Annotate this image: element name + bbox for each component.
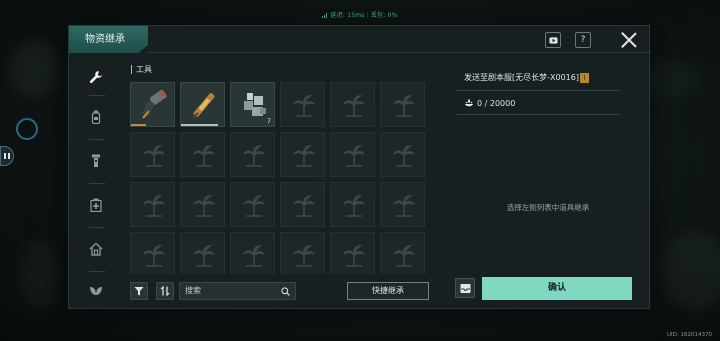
house-icon xyxy=(89,242,103,256)
network-status: 延迟: 15ms | 丢包: 0% xyxy=(0,10,720,19)
inventory-slot-lighter[interactable] xyxy=(180,82,225,127)
wrench-icon xyxy=(89,71,102,83)
send-target: 发送至剧本服[无尽长梦-X0016] i xyxy=(464,72,589,83)
palm-placeholder-icon xyxy=(393,145,415,167)
item-quantity: 7 xyxy=(267,118,271,125)
empty-slot[interactable] xyxy=(280,182,325,227)
empty-slot[interactable] xyxy=(380,232,425,274)
palm-placeholder-icon xyxy=(243,245,265,267)
palm-placeholder-icon xyxy=(193,145,215,167)
palm-placeholder-icon xyxy=(343,245,365,267)
quick-inherit-button[interactable]: 快捷继承 xyxy=(347,282,429,300)
side-skill-ring[interactable] xyxy=(16,118,38,140)
palm-placeholder-icon xyxy=(343,195,365,217)
inventory-slot-metal-parts[interactable]: 7 xyxy=(230,82,275,127)
nav-equipment[interactable] xyxy=(81,146,111,176)
empty-slot[interactable] xyxy=(330,82,375,127)
transfer-pane: 发送至剧本服[无尽长梦-X0016] i 0 / 20000 选择左侧列表中道具继… xyxy=(455,62,641,272)
background-scene xyxy=(660,230,720,310)
bottle-icon xyxy=(91,110,101,124)
empty-slot[interactable] xyxy=(380,132,425,177)
palm-placeholder-icon xyxy=(143,245,165,267)
medkit-icon xyxy=(90,198,102,212)
inherit-panel: 物资继承 ? 工具 7 搜索 快捷继承 发送至剧本服[无尽长梦-X0016] i… xyxy=(68,25,651,309)
confirm-button[interactable]: 确认 xyxy=(482,277,632,300)
leaf-icon xyxy=(90,287,102,295)
search-icon xyxy=(281,287,290,296)
flashlight-icon xyxy=(92,154,100,167)
palm-placeholder-icon xyxy=(243,195,265,217)
inbox-icon xyxy=(460,283,470,293)
empty-slot[interactable] xyxy=(280,82,325,127)
palm-placeholder-icon xyxy=(193,245,215,267)
video-icon xyxy=(548,37,558,44)
background-scene xyxy=(10,40,60,100)
palm-placeholder-icon xyxy=(143,145,165,167)
durability-bar xyxy=(181,124,218,126)
empty-slot[interactable] xyxy=(330,132,375,177)
palm-placeholder-icon xyxy=(393,245,415,267)
inventory-slot-drill[interactable] xyxy=(130,82,175,127)
empty-slot[interactable] xyxy=(330,232,375,274)
palm-placeholder-icon xyxy=(143,195,165,217)
empty-slot[interactable] xyxy=(380,82,425,127)
palm-placeholder-icon xyxy=(393,95,415,117)
uid-text: UID: 162014370 xyxy=(667,332,712,338)
empty-slot[interactable] xyxy=(280,232,325,274)
nav-consumables[interactable] xyxy=(81,102,111,132)
palm-placeholder-icon xyxy=(243,145,265,167)
section-title: 工具 xyxy=(131,65,152,74)
empty-slot[interactable] xyxy=(130,182,175,227)
empty-slot[interactable] xyxy=(230,132,275,177)
palm-placeholder-icon xyxy=(293,195,315,217)
palm-placeholder-icon xyxy=(293,95,315,117)
send-target-text: 发送至剧本服[无尽长梦-X0016] xyxy=(464,73,579,82)
background-scene xyxy=(20,240,60,310)
signal-icon xyxy=(322,13,328,18)
video-guide-button[interactable] xyxy=(545,32,561,48)
durability-bar xyxy=(131,124,147,126)
empty-slot[interactable] xyxy=(180,132,225,177)
help-button[interactable]: ? xyxy=(575,32,591,48)
palm-placeholder-icon xyxy=(293,145,315,167)
inbox-button[interactable] xyxy=(455,278,475,298)
empty-slot[interactable] xyxy=(280,132,325,177)
palm-placeholder-icon xyxy=(293,245,315,267)
pause-button[interactable] xyxy=(0,146,14,166)
empty-slot[interactable] xyxy=(330,182,375,227)
packet-loss-text: 丢包: 0% xyxy=(370,12,398,19)
nav-misc[interactable] xyxy=(81,276,111,306)
empty-slot[interactable] xyxy=(380,182,425,227)
nav-building[interactable] xyxy=(81,234,111,264)
empty-slot[interactable] xyxy=(130,132,175,177)
empty-slot[interactable] xyxy=(130,232,175,274)
empty-slot[interactable] xyxy=(230,182,275,227)
palm-placeholder-icon xyxy=(343,95,365,117)
weight-counter: 0 / 20000 xyxy=(464,98,515,108)
sort-icon xyxy=(160,286,170,296)
palm-placeholder-icon xyxy=(343,145,365,167)
empty-hint: 选择左侧列表中道具继承 xyxy=(506,203,590,212)
nav-tools[interactable] xyxy=(81,62,111,92)
search-placeholder: 搜索 xyxy=(185,286,201,295)
lighter-icon xyxy=(192,93,215,119)
inventory-grid: 7 xyxy=(130,82,430,274)
weight-text: 0 / 20000 xyxy=(477,98,516,108)
weight-icon xyxy=(465,99,473,107)
info-tag-icon[interactable]: i xyxy=(579,73,589,83)
filter-button[interactable] xyxy=(130,282,148,300)
search-input[interactable]: 搜索 xyxy=(179,282,296,300)
nav-medical[interactable] xyxy=(81,190,111,220)
drill-icon xyxy=(142,89,167,119)
panel-title: 物资继承 xyxy=(69,26,148,53)
empty-slot[interactable] xyxy=(230,232,275,274)
empty-slot[interactable] xyxy=(180,232,225,274)
latency-text: 延迟: 15ms xyxy=(330,12,365,19)
palm-placeholder-icon xyxy=(193,195,215,217)
sort-button[interactable] xyxy=(156,282,174,300)
filter-icon xyxy=(134,287,144,296)
palm-placeholder-icon xyxy=(393,195,415,217)
close-button[interactable] xyxy=(620,31,637,48)
empty-slot[interactable] xyxy=(180,182,225,227)
